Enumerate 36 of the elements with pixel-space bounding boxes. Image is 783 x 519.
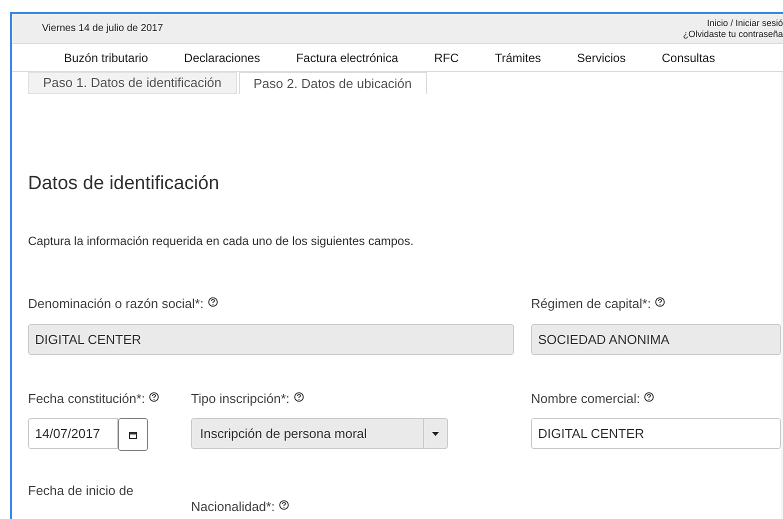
nav-link[interactable]: Servicios [577, 48, 626, 66]
login-link[interactable]: Inicio / Iniciar sesió [706, 18, 783, 28]
text-field[interactable]: SOCIEDAD ANONIMA [531, 324, 781, 354]
field-label: Fecha constitución*: [28, 390, 146, 406]
field-label: Nacionalidad*: [191, 499, 275, 514]
select-field[interactable]: Inscripción de persona moral [191, 418, 448, 449]
text-field[interactable]: DIGITAL CENTER [531, 418, 781, 449]
nav-link[interactable]: Trámites [494, 48, 542, 66]
field-label: Tipo inscripción*: [191, 390, 290, 406]
nav-link[interactable]: Declaraciones [184, 48, 260, 66]
help-icon [149, 392, 160, 402]
help-icon [278, 500, 289, 510]
field-label: Denominación o razón social*: [28, 296, 204, 311]
help-icon [644, 392, 654, 402]
help-icon [294, 392, 304, 402]
caret-icon [432, 432, 439, 436]
nav-link[interactable]: Factura electrónica [296, 48, 398, 66]
instructions-text: Captura la información requerida en cada uno de los siguientes campos. [28, 233, 415, 250]
field-label: Régimen de capital*: [531, 296, 651, 311]
calendar-icon [129, 430, 137, 438]
calendar-button[interactable] [118, 418, 148, 451]
date-text: Viernes 14 de julio de 2017 [42, 22, 164, 36]
text-field[interactable]: 14/07/2017 [28, 418, 118, 449]
field-label: Fecha de inicio de [28, 483, 134, 498]
nav-link[interactable]: Consultas [662, 48, 716, 66]
field-label: Nombre comercial: [531, 390, 640, 406]
step-tab[interactable]: Paso 2. Datos de ubicación [238, 72, 427, 94]
help-icon [654, 297, 665, 307]
help-icon [208, 297, 218, 307]
forgot-password-link[interactable]: ¿Olvidaste tu contraseña [682, 28, 783, 40]
step-tab[interactable]: Paso 1. Datos de identificación [28, 72, 236, 94]
text-field[interactable]: DIGITAL CENTER [28, 324, 514, 354]
section-heading: Datos de identificación [28, 172, 220, 196]
select-value: Inscripción de persona moral [199, 424, 368, 443]
nav-link[interactable]: RFC [434, 48, 459, 66]
nav-link[interactable]: Buzón tributario [64, 48, 148, 66]
